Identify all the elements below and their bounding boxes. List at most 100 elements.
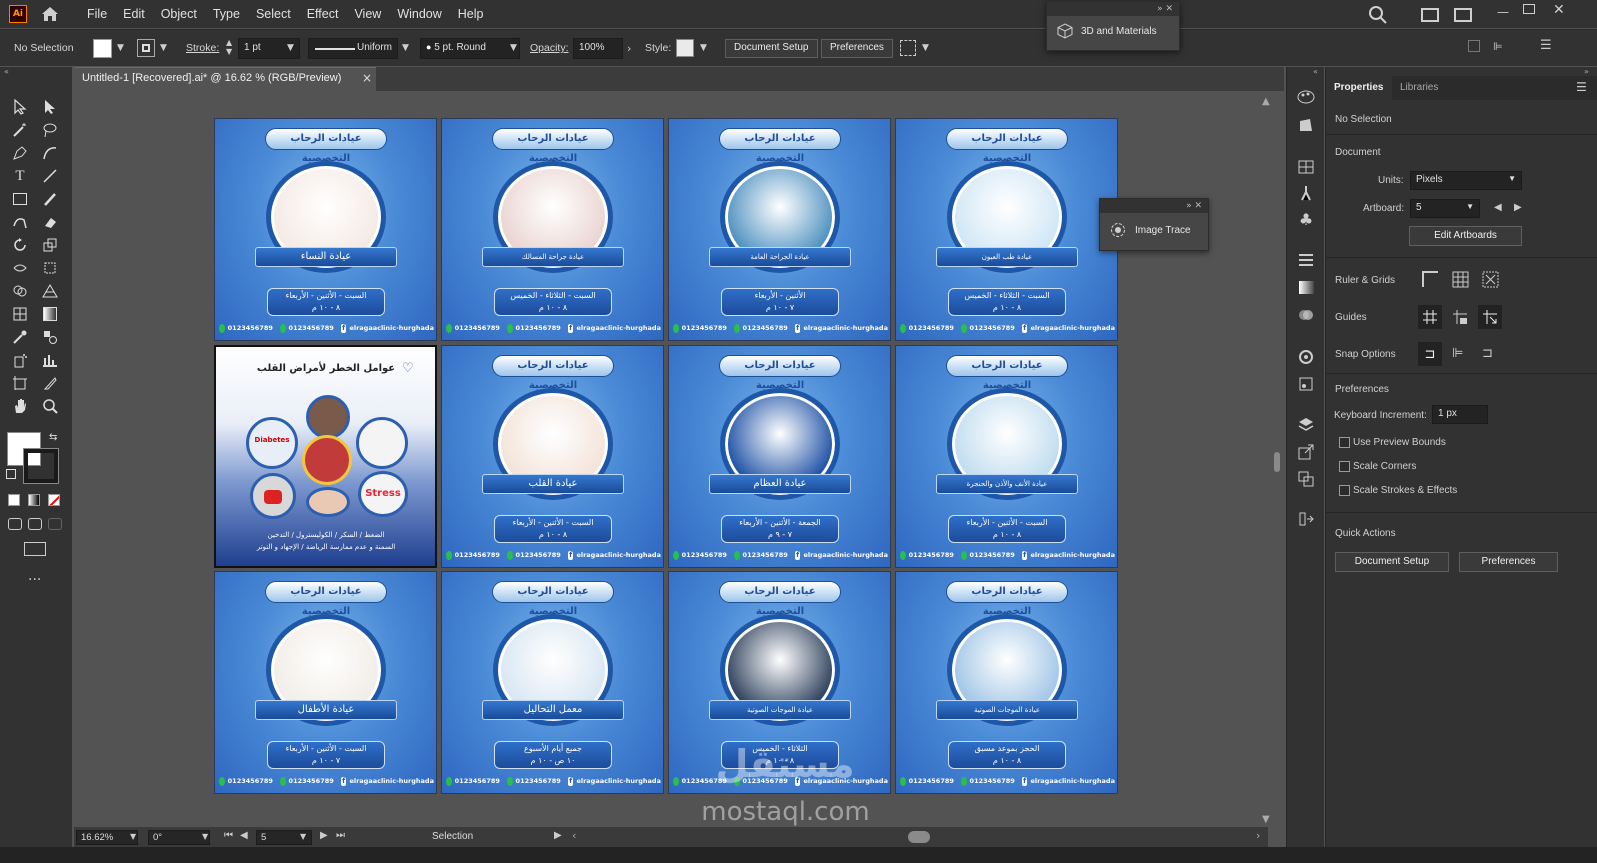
layers-icon[interactable] [1295, 415, 1317, 435]
status-menu-icon[interactable]: ▶ [554, 830, 562, 841]
chevron-right-icon[interactable]: › [627, 42, 631, 55]
smart-guides-icon[interactable] [1478, 305, 1502, 329]
recolor-icon[interactable] [900, 40, 916, 56]
artboard-card[interactable]: عيادات الرحاب التخصصية عيادة طب العيون الس… [895, 118, 1118, 341]
scroll-down-icon[interactable]: ▼ [1262, 814, 1270, 825]
artboard-card[interactable]: عيادات الرحاب التخصصية معمل التحاليل جميع … [441, 571, 664, 794]
artboard-card[interactable]: عيادات الرحاب التخصصية عيادة الأطفال السبت… [214, 571, 437, 794]
stroke-swatch[interactable] [137, 39, 155, 57]
gradient-mode-icon[interactable] [28, 494, 40, 506]
chevron-down-icon[interactable]: ▼ [402, 43, 409, 53]
column-graph-tool-icon[interactable] [39, 349, 61, 371]
units-select[interactable]: Pixels ▼ [1410, 171, 1522, 190]
gradient-tool-icon[interactable] [39, 303, 61, 325]
menu-edit[interactable]: Edit [115, 0, 153, 28]
color-mode-icon[interactable] [8, 494, 20, 506]
edit-artboards-button[interactable]: Edit Artboards [1409, 226, 1522, 246]
scroll-thumb[interactable] [1274, 452, 1280, 472]
gradient-panel-icon[interactable] [1295, 277, 1317, 297]
panel-header[interactable]: » ✕ [1047, 2, 1179, 16]
close-tab-icon[interactable]: × [362, 71, 372, 85]
opacity-field[interactable]: 100% [573, 38, 623, 59]
symbols-icon[interactable]: ♣ [1295, 209, 1317, 229]
blend-tool-icon[interactable] [39, 326, 61, 348]
chevron-down-icon[interactable]: ▼ [287, 43, 294, 53]
panel-header[interactable]: » ✕ [1100, 199, 1208, 213]
tab-libraries[interactable]: Libraries [1400, 82, 1438, 93]
last-artboard-icon[interactable]: ⏭ [336, 830, 345, 841]
transparency-icon[interactable] [1295, 305, 1317, 325]
workspace-icon[interactable] [1421, 8, 1439, 22]
shaper-tool-icon[interactable] [9, 211, 31, 233]
grid-icon[interactable] [1452, 271, 1469, 291]
stroke-color-swatch[interactable] [23, 448, 59, 484]
stroke-panel-icon[interactable] [1295, 250, 1317, 270]
document-tab[interactable]: Untitled-1 [Recovered].ai* @ 16.62 % (RG… [74, 67, 376, 91]
home-icon[interactable] [39, 3, 61, 25]
none-mode-icon[interactable] [48, 494, 60, 506]
chevron-down-icon[interactable]: ▼ [922, 43, 929, 53]
asset-export-icon[interactable] [1295, 509, 1317, 529]
snap-to-pixel-icon[interactable]: ⊫ [1452, 346, 1463, 361]
more-tools-icon[interactable]: ··· [28, 572, 41, 588]
lasso-tool-icon[interactable] [39, 119, 61, 141]
snap-to-point-icon[interactable]: ⊐ [1418, 342, 1442, 366]
canvas[interactable]: عيادات الرحاب التخصصية عيادة النساء السبت … [74, 92, 1280, 826]
transparency-grid-icon[interactable] [1482, 271, 1499, 291]
quick-document-setup-button[interactable]: Document Setup [1335, 552, 1449, 572]
scroll-up-icon[interactable]: ▲ [1262, 96, 1270, 107]
artboard-card[interactable]: عيادات الرحاب التخصصية عيادة جراحة المسال… [441, 118, 664, 341]
transform-icon[interactable] [1468, 40, 1480, 52]
keyboard-increment-field[interactable]: 1 px [1432, 405, 1488, 424]
width-tool-icon[interactable] [9, 257, 31, 279]
menu-file[interactable]: File [79, 0, 115, 28]
stepper-icon[interactable]: ▲ ▼ [226, 38, 232, 56]
zoom-tool-icon[interactable] [39, 395, 61, 417]
rotate-tool-icon[interactable] [9, 234, 31, 256]
artboard-card[interactable]: عيادات الرحاب التخصصية عيادة النساء السبت … [214, 118, 437, 341]
tab-properties[interactable]: Properties [1326, 76, 1392, 100]
artboard-card[interactable]: عوامل الخطر لأمراض القلب ♡ Diabetes Stress ا… [214, 345, 437, 568]
fill-swatch[interactable] [93, 39, 112, 58]
selection-tool-icon[interactable] [9, 96, 31, 118]
next-artboard-icon[interactable]: ▶ [320, 830, 328, 841]
arrange-documents-icon[interactable] [1454, 8, 1472, 22]
zoom-field[interactable]: 16.62% [76, 830, 138, 845]
menu-type[interactable]: Type [205, 0, 248, 28]
free-transform-tool-icon[interactable] [39, 257, 61, 279]
brushes-icon[interactable] [1295, 183, 1317, 203]
chevron-down-icon[interactable]: ▼ [117, 43, 124, 53]
close-window-icon[interactable]: ✕ [1553, 2, 1565, 18]
eyedropper-tool-icon[interactable] [9, 326, 31, 348]
chevron-down-icon[interactable]: ▼ [160, 43, 167, 53]
draw-inside-icon[interactable] [48, 518, 62, 530]
color-guide-icon[interactable] [1295, 115, 1317, 135]
quick-preferences-button[interactable]: Preferences [1459, 552, 1558, 572]
direct-selection-tool-icon[interactable] [39, 96, 61, 118]
draw-normal-icon[interactable] [8, 518, 22, 530]
pen-tool-icon[interactable] [9, 142, 31, 164]
menu-window[interactable]: Window [389, 0, 449, 28]
scale-strokes-checkbox[interactable] [1339, 485, 1350, 496]
document-setup-button[interactable]: Document Setup [725, 39, 818, 58]
preferences-button[interactable]: Preferences [821, 39, 893, 58]
collapse-toolbar-icon[interactable]: « [4, 67, 9, 76]
minimize-icon[interactable]: — [1497, 5, 1511, 19]
swap-colors-icon[interactable]: ⇆ [49, 432, 57, 443]
panel-menu-icon[interactable]: ☰ [1540, 38, 1552, 53]
appearance-icon[interactable] [1295, 347, 1317, 367]
hand-tool-icon[interactable] [9, 395, 31, 417]
chevron-down-icon[interactable]: ▼ [700, 43, 707, 53]
menu-select[interactable]: Select [248, 0, 299, 28]
vertical-scrollbar[interactable] [1270, 92, 1282, 826]
chevron-down-icon[interactable]: ▼ [510, 43, 517, 53]
collapse-panel-icon[interactable]: » [1584, 67, 1589, 76]
artboard-card[interactable]: عيادات الرحاب التخصصية عيادة الأنف والأذن… [895, 345, 1118, 568]
menu-object[interactable]: Object [153, 0, 205, 28]
screen-mode-icon[interactable] [24, 542, 46, 556]
ruler-icon[interactable] [1422, 271, 1438, 287]
artboard-tool-icon[interactable] [9, 372, 31, 394]
panel-menu-icon[interactable]: ☰ [1576, 80, 1587, 94]
artboards-panel-icon[interactable] [1295, 469, 1317, 489]
use-preview-bounds-checkbox[interactable] [1339, 437, 1350, 448]
